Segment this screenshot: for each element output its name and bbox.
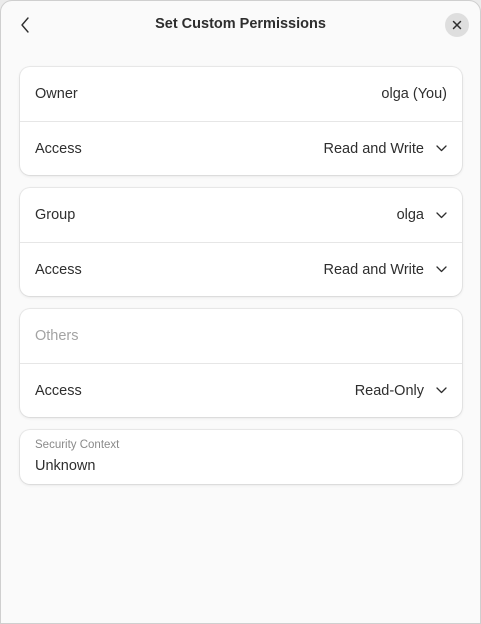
group-row[interactable]: Group olga bbox=[20, 188, 462, 242]
group-access-label: Access bbox=[35, 261, 82, 278]
others-access-label: Access bbox=[35, 382, 82, 399]
group-access-value: Read and Write bbox=[323, 261, 424, 278]
others-access-value: Read-Only bbox=[354, 382, 424, 399]
dialog-title: Set Custom Permissions bbox=[155, 16, 326, 32]
chevron-down-icon bbox=[436, 387, 447, 394]
owner-access-label: Access bbox=[35, 140, 82, 157]
others-row: Others bbox=[20, 309, 462, 363]
owner-label: Owner bbox=[35, 86, 78, 102]
security-context-label: Security Context bbox=[35, 439, 120, 451]
group-value: olga bbox=[396, 207, 424, 223]
security-context-card: Security Context Unknown bbox=[20, 430, 462, 484]
others-card: Others Access Read-Only bbox=[20, 309, 462, 417]
header-bar: Set Custom Permissions bbox=[1, 1, 480, 49]
security-context-value: Unknown bbox=[35, 458, 96, 474]
group-card: Group olga Access Read and Write bbox=[20, 188, 462, 296]
group-access-row[interactable]: Access Read and Write bbox=[20, 242, 462, 296]
close-icon bbox=[452, 20, 462, 30]
others-access-row[interactable]: Access Read-Only bbox=[20, 363, 462, 417]
permissions-dialog: Set Custom Permissions Owner olga (You) … bbox=[0, 0, 481, 624]
owner-card: Owner olga (You) Access Read and Write bbox=[20, 67, 462, 175]
close-button[interactable] bbox=[445, 13, 469, 37]
chevron-down-icon bbox=[436, 266, 447, 273]
group-label: Group bbox=[35, 207, 76, 223]
chevron-down-icon bbox=[436, 211, 447, 219]
owner-access-row[interactable]: Access Read and Write bbox=[20, 121, 462, 175]
owner-access-value: Read and Write bbox=[323, 140, 424, 157]
owner-value: olga (You) bbox=[381, 86, 447, 102]
owner-row: Owner olga (You) bbox=[20, 67, 462, 121]
others-label: Others bbox=[35, 328, 79, 344]
chevron-down-icon bbox=[436, 145, 447, 152]
